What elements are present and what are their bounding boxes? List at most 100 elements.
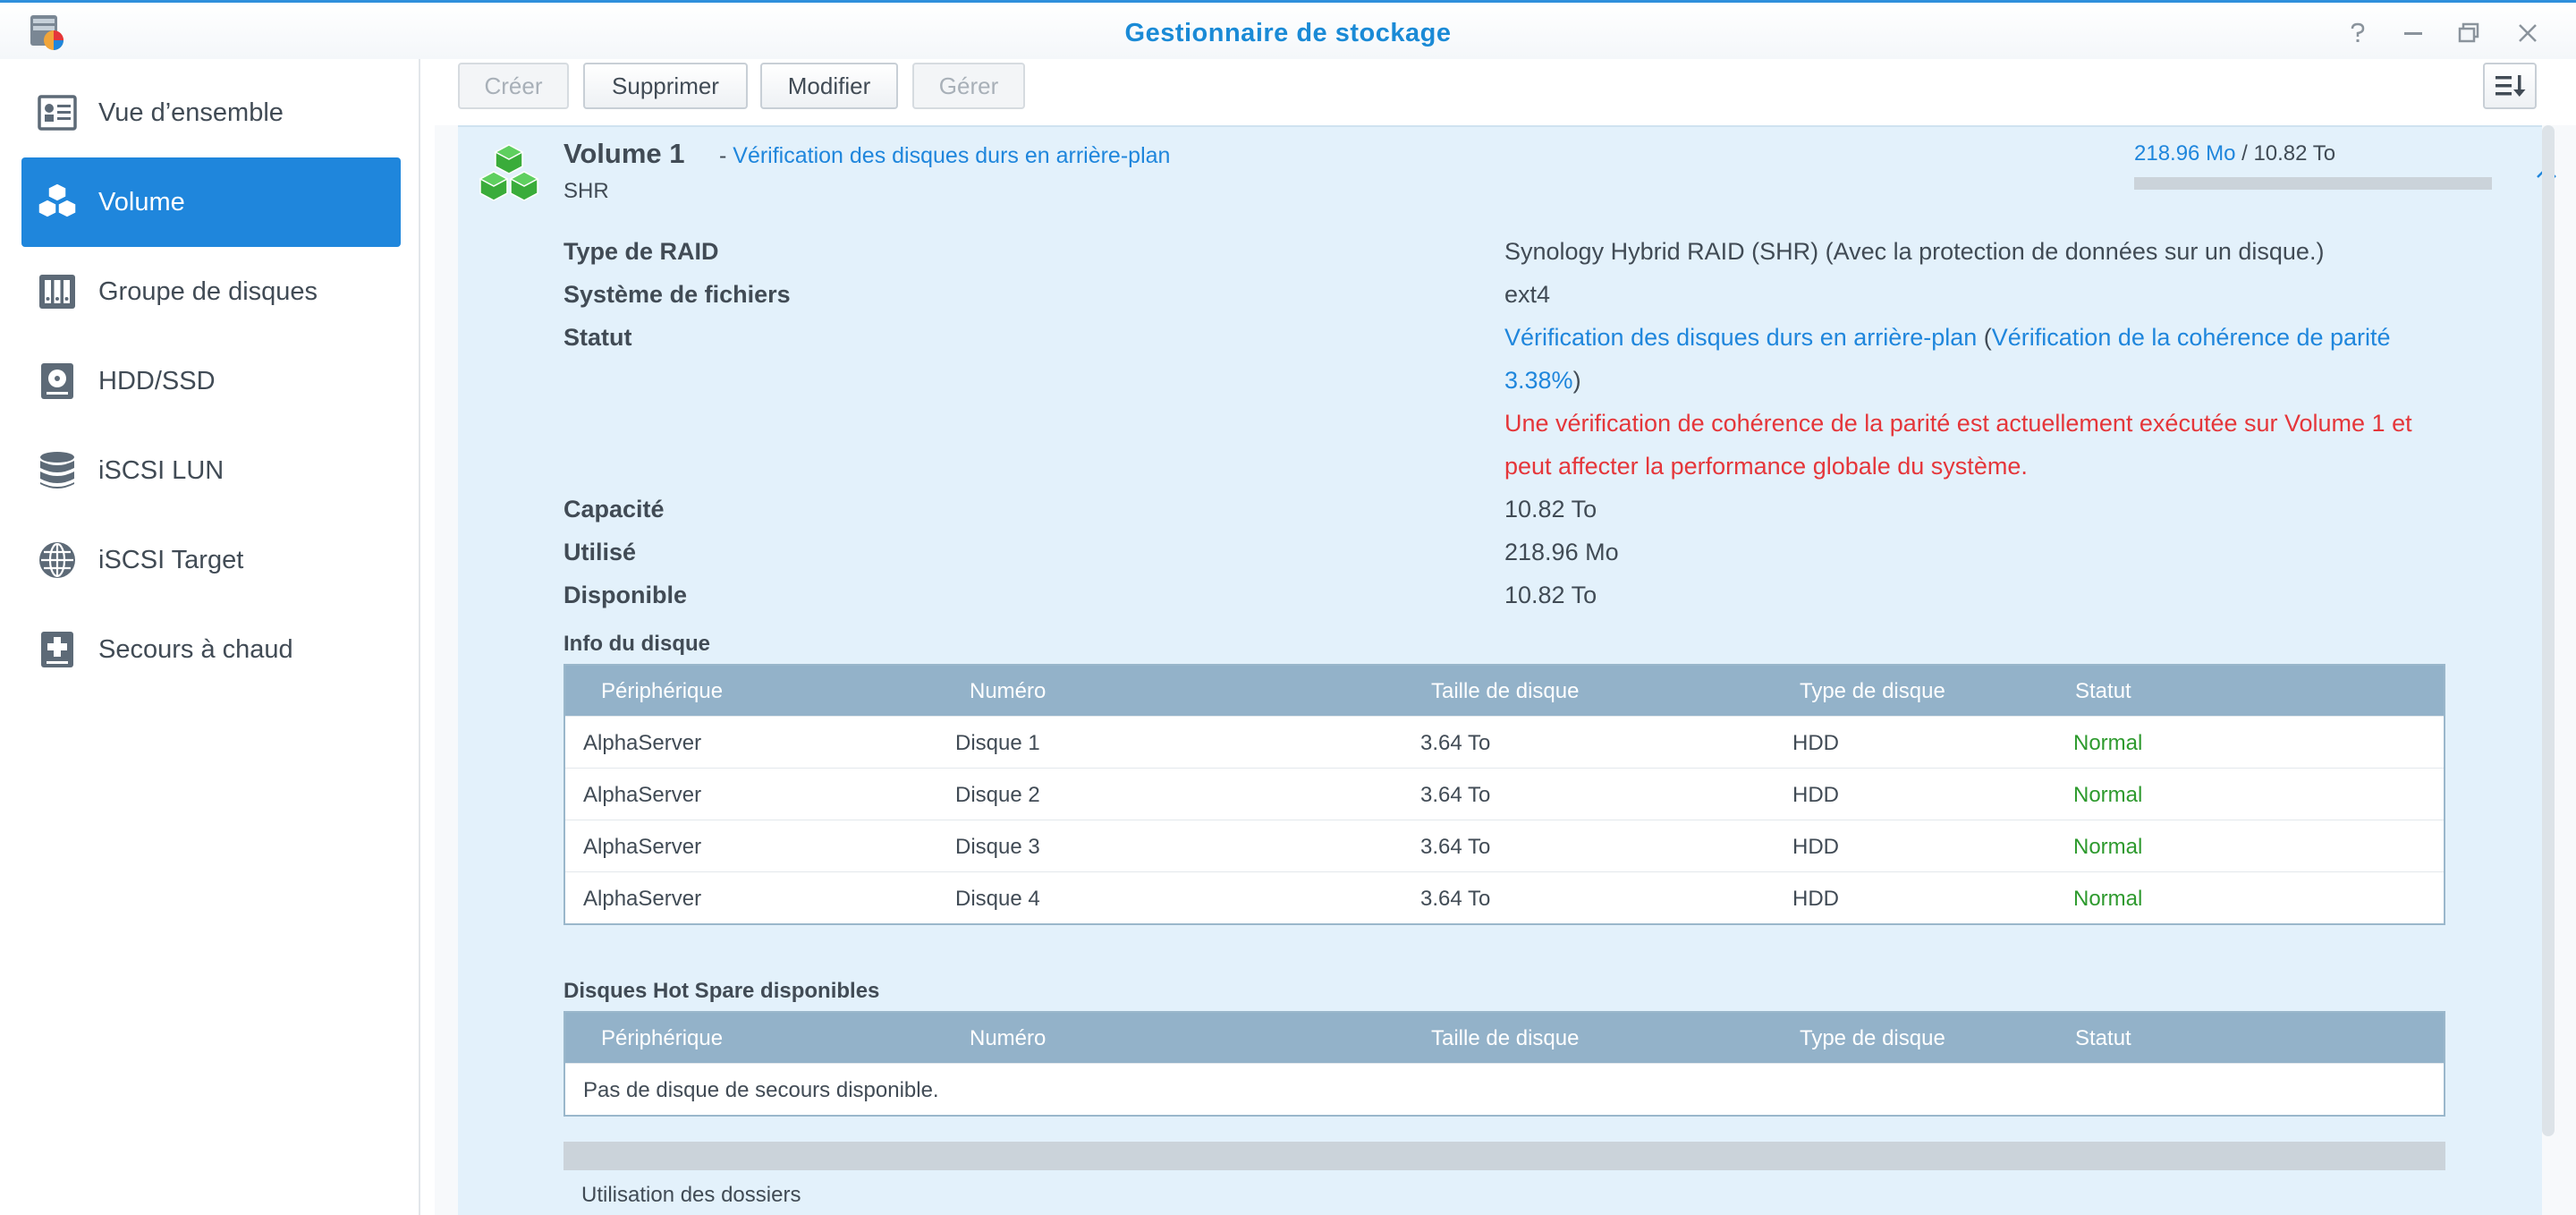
raid-type-value: Synology Hybrid RAID (SHR) (Avec la prot… [1504, 238, 2325, 265]
status-paren-close: ) [1572, 367, 1581, 394]
column-header: Périphérique [601, 679, 724, 703]
status-cell: Normal [2073, 835, 2143, 859]
volume-status-link-text[interactable]: Vérification des disques durs en arrière… [733, 143, 1170, 168]
main-content: Créer Supprimer Modifier Gérer Volume 1 … [435, 59, 2576, 1215]
size-cell: 3.64 To [1420, 887, 1491, 911]
status-value: Vérification des disques durs en arrière… [1504, 324, 2391, 352]
device-cell: AlphaServer [583, 783, 702, 807]
title-bar: Gestionnaire de stockage [0, 0, 2576, 59]
status-label: Statut [564, 324, 632, 351]
column-header: Type de disque [1800, 679, 1945, 703]
sidebar-item-hdd-ssd[interactable]: HDD/SSD [21, 336, 401, 426]
parity-warning-line1: Une vérification de cohérence de la pari… [1504, 410, 2412, 437]
sidebar-item-label: Secours à chaud [98, 634, 293, 664]
minimize-icon[interactable] [2395, 15, 2431, 51]
hot-spare-table: Périphérique Numéro Taille de disque Typ… [564, 1011, 2445, 1117]
type-cell: HDD [1792, 887, 1839, 911]
overview-icon [34, 89, 80, 136]
available-value: 10.82 To [1504, 582, 1597, 608]
capacity-value: 10.82 To [1504, 496, 1597, 523]
number-cell: Disque 2 [955, 783, 1040, 807]
device-cell: AlphaServer [583, 887, 702, 911]
size-cell: 3.64 To [1420, 835, 1491, 859]
status-cell: Normal [2073, 887, 2143, 911]
used-label: Utilisé [564, 539, 637, 565]
available-label: Disponible [564, 582, 688, 608]
table-row[interactable]: AlphaServer Disque 1 3.64 To HDD Normal [565, 716, 2444, 768]
sidebar-item-label: HDD/SSD [98, 366, 216, 395]
table-row[interactable]: AlphaServer Disque 3 3.64 To HDD Normal [565, 820, 2444, 871]
column-header: Type de disque [1800, 1026, 1945, 1050]
size-cell: 3.64 To [1420, 731, 1491, 755]
size-cell: 3.64 To [1420, 783, 1491, 807]
device-cell: AlphaServer [583, 731, 702, 755]
disk-info-title: Info du disque [564, 632, 710, 656]
table-header: Périphérique Numéro Taille de disque Typ… [565, 1013, 2444, 1063]
number-cell: Disque 4 [955, 887, 1040, 911]
vertical-scrollbar[interactable] [2542, 125, 2555, 1136]
status-paren-open: ( [1977, 324, 1992, 351]
folders-usage-label: Utilisation des dossiers [581, 1183, 801, 1207]
usage-summary: 218.96 Mo / 10.82 To [2134, 141, 2335, 166]
database-icon [34, 447, 80, 494]
number-cell: Disque 3 [955, 835, 1040, 859]
sidebar-item-volume[interactable]: Volume [21, 157, 401, 247]
create-button[interactable]: Créer [458, 63, 569, 109]
type-cell: HDD [1792, 835, 1839, 859]
sort-icon [2496, 75, 2526, 97]
filesystem-label: Système de fichiers [564, 281, 791, 308]
filesystem-value: ext4 [1504, 281, 1551, 308]
status-link[interactable]: Vérification des disques durs en arrière… [1504, 324, 1977, 351]
usage-progress-bar [2134, 177, 2492, 190]
hot-spare-icon [34, 626, 80, 673]
sidebar-item-iscsi-lun[interactable]: iSCSI LUN [21, 426, 401, 515]
table-row[interactable]: AlphaServer Disque 4 3.64 To HDD Normal [565, 871, 2444, 923]
volume-status-link[interactable]: - Vérification des disques durs en arriè… [719, 143, 1170, 169]
status-progress-percent[interactable]: 3.38% [1504, 367, 1573, 394]
toolbar: Créer Supprimer Modifier Gérer [435, 59, 2576, 125]
sidebar-item-overview[interactable]: Vue d’ensemble [21, 68, 401, 157]
raid-tag: SHR [564, 179, 609, 203]
volume-status-icon [478, 143, 540, 206]
usage-separator: / [2235, 141, 2254, 166]
status-value-line2: 3.38%) [1504, 367, 1581, 395]
sidebar-item-disk-group[interactable]: Groupe de disques [21, 247, 401, 336]
usage-total: 10.82 To [2253, 141, 2336, 166]
type-cell: HDD [1792, 783, 1839, 807]
sidebar: Vue d’ensemble Volume Groupe de disques … [0, 59, 420, 1215]
sidebar-item-label: Groupe de disques [98, 276, 318, 306]
disk-info-table: Périphérique Numéro Taille de disque Typ… [564, 664, 2445, 925]
parity-warning-line2: peut affecter la performance globale du … [1504, 453, 2028, 480]
column-header: Numéro [970, 1026, 1046, 1050]
status-detail-link[interactable]: Vérification de la cohérence de parité [1992, 324, 2391, 351]
disk-group-icon [34, 268, 80, 315]
raid-type-label: Type de RAID [564, 238, 719, 265]
folders-section-divider [564, 1142, 2445, 1170]
manage-button[interactable]: Gérer [912, 63, 1025, 109]
hot-spare-title: Disques Hot Spare disponibles [564, 979, 880, 1003]
sort-button[interactable] [2483, 63, 2537, 109]
help-icon[interactable] [2340, 15, 2376, 51]
column-header: Statut [2075, 679, 2131, 703]
usage-used: 218.96 Mo [2134, 141, 2236, 166]
sidebar-item-iscsi-target[interactable]: iSCSI Target [21, 515, 401, 605]
hdd-icon [34, 358, 80, 404]
empty-message: Pas de disque de secours disponible. [583, 1078, 939, 1102]
maximize-icon[interactable] [2451, 15, 2487, 51]
column-header: Taille de disque [1431, 679, 1580, 703]
table-row[interactable]: AlphaServer Disque 2 3.64 To HDD Normal [565, 768, 2444, 820]
type-cell: HDD [1792, 731, 1839, 755]
sidebar-item-label: iSCSI Target [98, 545, 244, 574]
column-header: Statut [2075, 1026, 2131, 1050]
volume-icon [34, 179, 80, 225]
delete-button[interactable]: Supprimer [583, 63, 748, 109]
edit-button[interactable]: Modifier [760, 63, 898, 109]
column-header: Taille de disque [1431, 1026, 1580, 1050]
window-title: Gestionnaire de stockage [1124, 19, 1452, 47]
sidebar-item-label: Vue d’ensemble [98, 98, 284, 127]
sidebar-item-hot-spare[interactable]: Secours à chaud [21, 605, 401, 694]
close-icon[interactable] [2510, 15, 2546, 51]
volume-title: Volume 1 [564, 138, 685, 169]
volume-title-separator: - [719, 143, 727, 168]
capacity-label: Capacité [564, 496, 665, 523]
